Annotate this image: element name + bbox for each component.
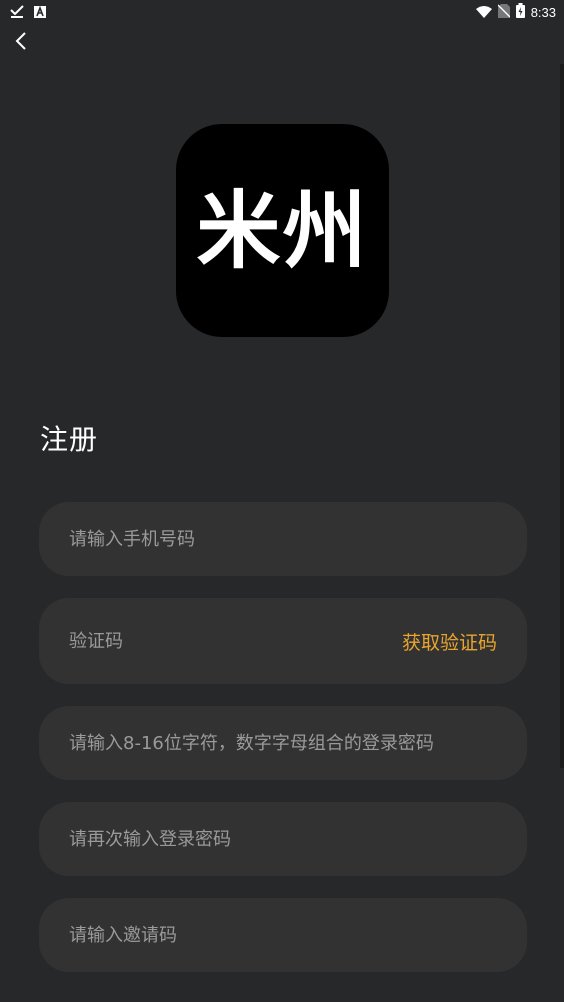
logo-text: 米州	[196, 181, 369, 280]
get-code-button[interactable]: 获取验证码	[402, 628, 497, 655]
invite-code-input[interactable]	[69, 924, 497, 946]
back-arrow-icon	[15, 31, 27, 55]
no-sim-icon	[497, 3, 511, 22]
app-notification-icon	[34, 3, 46, 22]
download-done-icon	[10, 3, 24, 22]
status-right: 8:33	[475, 2, 556, 22]
confirm-password-input[interactable]	[69, 828, 497, 850]
verification-code-input[interactable]	[69, 630, 402, 652]
phone-input[interactable]	[69, 528, 497, 550]
phone-field[interactable]	[39, 502, 527, 576]
invite-code-field[interactable]	[39, 898, 527, 972]
verification-code-field[interactable]: 获取验证码	[39, 598, 527, 684]
battery-charging-icon	[515, 2, 525, 22]
wifi-icon	[475, 3, 492, 22]
status-bar: 8:33	[0, 0, 564, 24]
page-title: 注册	[40, 423, 99, 456]
app-logo: 米州	[176, 124, 389, 337]
scrollbar[interactable]	[560, 64, 564, 768]
password-input[interactable]	[69, 732, 497, 754]
confirm-password-field[interactable]	[39, 802, 527, 876]
password-field[interactable]	[39, 706, 527, 780]
back-button[interactable]	[8, 30, 34, 56]
status-left	[10, 3, 46, 22]
clock: 8:33	[530, 4, 556, 20]
